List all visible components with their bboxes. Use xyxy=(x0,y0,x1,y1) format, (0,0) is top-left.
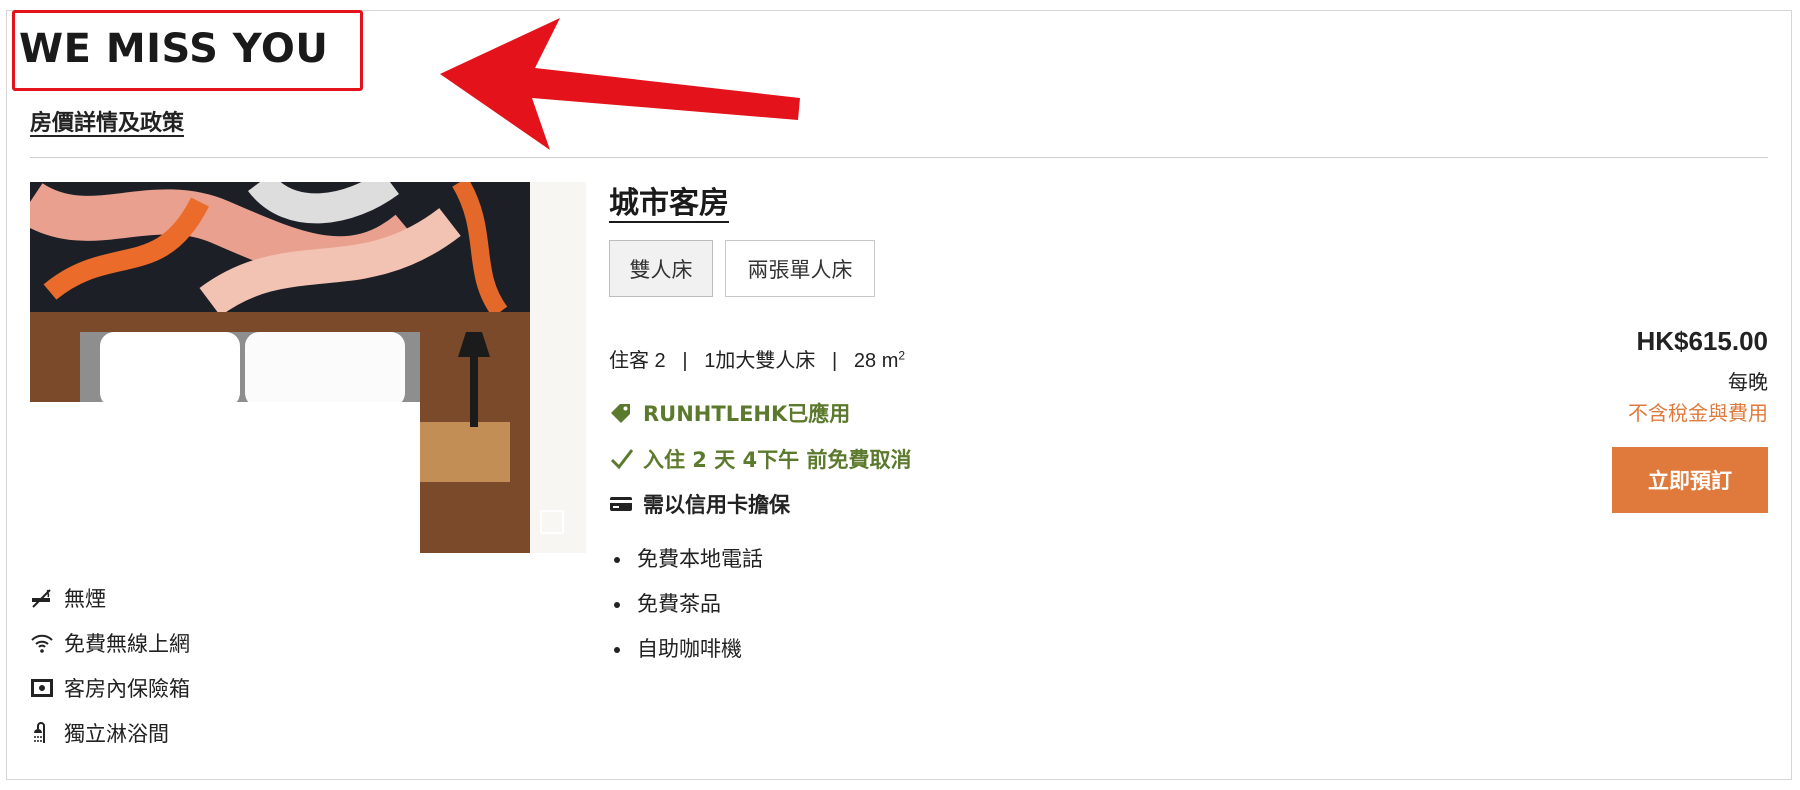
tax-exclusion-note: 不含稅金與費用 xyxy=(1628,401,1768,425)
no-smoking-icon xyxy=(30,586,64,610)
amenity-label: 客房內保險箱 xyxy=(64,676,190,701)
spec-separator: | xyxy=(820,350,849,372)
free-cancellation: 入住 2 天 4下午 前免費取消 xyxy=(609,444,911,474)
annotation-arrow-icon xyxy=(440,18,800,150)
bed-option-double[interactable]: 雙人床 xyxy=(609,240,713,297)
room-price: HK$615.00 xyxy=(1636,326,1768,356)
feature-item: 免費茶品 xyxy=(633,587,763,632)
rate-policy-link[interactable]: 房價詳情及政策 xyxy=(30,105,184,137)
feature-item: 免費本地電話 xyxy=(633,542,763,587)
promo-code-text: RUNHTLEHK已應用 xyxy=(643,402,851,426)
promo-code-applied: RUNHTLEHK已應用 xyxy=(609,398,850,428)
section-divider xyxy=(30,157,1768,158)
safe-icon xyxy=(30,676,64,700)
shower-icon xyxy=(30,721,64,745)
checkmark-icon xyxy=(609,446,643,472)
feature-item: 自助咖啡機 xyxy=(633,632,763,677)
amenity-item-wifi: 免費無線上網 xyxy=(30,620,190,665)
book-now-button[interactable]: 立即預訂 xyxy=(1612,447,1768,513)
room-specs: 住客 2 | 1加大雙人床 | 28 m2 xyxy=(609,344,905,373)
guarantee-text: 需以信用卡擔保 xyxy=(643,493,790,517)
amenity-label: 獨立淋浴間 xyxy=(64,721,169,746)
credit-card-guarantee: 需以信用卡擔保 xyxy=(609,489,790,519)
room-size-unit-exponent: 2 xyxy=(898,348,906,363)
room-name-heading[interactable]: 城市客房 xyxy=(609,178,729,222)
room-size: 28 m xyxy=(853,350,899,372)
credit-card-icon xyxy=(609,492,643,516)
wifi-icon xyxy=(30,631,64,655)
amenity-item-no-smoking: 無煙 xyxy=(30,575,190,620)
tag-icon xyxy=(609,401,643,425)
price-per-night: 每晚 xyxy=(1728,370,1768,394)
amenity-item-shower: 獨立淋浴間 xyxy=(30,710,190,755)
bed-type: 1加大雙人床 xyxy=(704,350,816,372)
amenity-list: 無煙 免費無線上網 客房內保險箱 獨立淋浴間 xyxy=(30,575,190,755)
bed-option-twin[interactable]: 兩張單人床 xyxy=(725,240,875,297)
rate-name-heading: WE MISS YOU xyxy=(19,26,329,72)
guest-count: 住客 2 xyxy=(609,350,666,372)
image-gallery-icon[interactable] xyxy=(540,510,564,534)
amenity-label: 無煙 xyxy=(64,586,106,611)
amenity-item-safe: 客房內保險箱 xyxy=(30,665,190,710)
room-photo[interactable] xyxy=(30,182,586,553)
spec-separator: | xyxy=(671,350,699,372)
amenity-label: 免費無線上網 xyxy=(64,631,190,656)
cancellation-text: 入住 2 天 4下午 前免費取消 xyxy=(643,448,912,472)
room-features-list: 免費本地電話 免費茶品 自助咖啡機 xyxy=(609,542,763,677)
